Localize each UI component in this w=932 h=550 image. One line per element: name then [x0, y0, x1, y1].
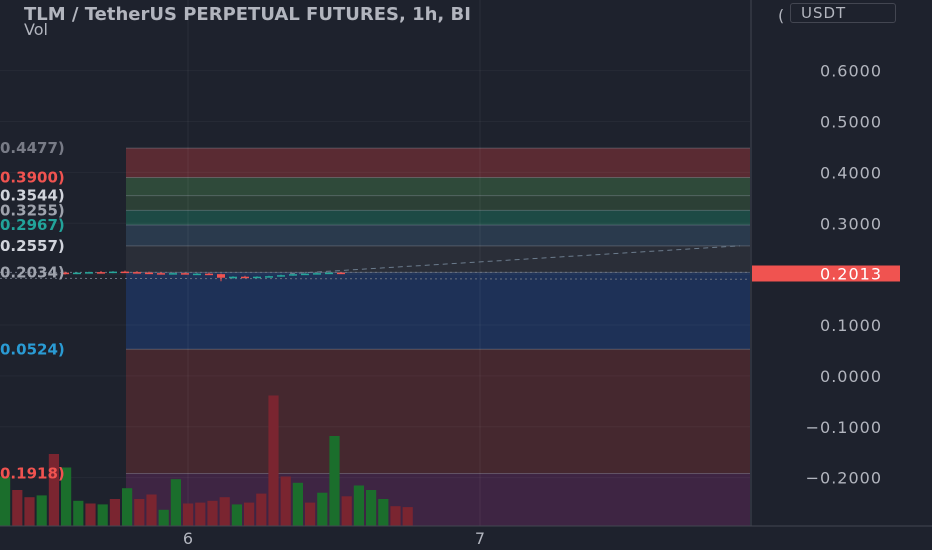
level-zone [126, 349, 750, 474]
level-label: 0.2034) [0, 263, 65, 281]
volume-bar[interactable] [122, 488, 133, 526]
price-tick-label: 0.5000 [820, 113, 882, 132]
volume-bar[interactable] [280, 476, 291, 527]
volume-bar[interactable] [195, 502, 206, 526]
price-tick-label: −0.2000 [806, 469, 882, 488]
candle-body[interactable] [169, 273, 177, 275]
candle-body[interactable] [109, 271, 117, 274]
candle-body[interactable] [337, 272, 345, 275]
volume-bar[interactable] [402, 507, 413, 526]
volume-bar[interactable] [158, 509, 169, 526]
volume-bar[interactable] [329, 436, 340, 526]
candle-body[interactable] [265, 276, 273, 278]
price-tick-label: 0.6000 [820, 62, 882, 81]
level-label: 0.4477) [0, 139, 65, 157]
candle-body[interactable] [289, 274, 297, 276]
price-tick-label: 0.0000 [820, 367, 882, 386]
level-label: 0.2557) [0, 237, 65, 255]
volume-bar[interactable] [97, 504, 108, 526]
candle-body[interactable] [193, 273, 201, 276]
level-zone [126, 245, 750, 273]
candle-body[interactable] [85, 272, 93, 274]
currency-button[interactable]: USDT [790, 3, 896, 23]
price-tick-label: 0.1000 [820, 316, 882, 335]
chart-area[interactable]: 0.4477) 0.3900) 0.3544) 0.3255) 0.2967) 0.255… [0, 0, 932, 550]
price-tick-label: 0.3000 [820, 214, 882, 233]
volume-bar[interactable] [207, 500, 218, 526]
level-label: 0.2967) [0, 216, 65, 234]
candle-body[interactable] [133, 272, 141, 274]
volume-bar[interactable] [292, 482, 303, 526]
level-label: 0.0524) [0, 340, 65, 358]
price-tick-label: 0.4000 [820, 163, 882, 182]
candle-body[interactable] [277, 275, 285, 277]
volume-bar[interactable] [183, 503, 194, 527]
volume-bar[interactable] [244, 502, 255, 526]
time-tick-label: 6 [183, 529, 193, 548]
volume-bar[interactable] [134, 499, 145, 526]
price-tick-label: −0.1000 [806, 418, 882, 437]
volume-bar[interactable] [12, 490, 23, 526]
candle-body[interactable] [181, 273, 189, 275]
volume-bar[interactable] [256, 493, 267, 526]
volume-bar[interactable] [305, 502, 316, 526]
candle-body[interactable] [73, 272, 81, 275]
candle-body[interactable] [217, 274, 225, 278]
candle-body[interactable] [145, 272, 153, 275]
candle-body[interactable] [325, 272, 333, 275]
volume-bar[interactable] [390, 506, 401, 526]
candle-body[interactable] [121, 271, 129, 274]
volume-bar[interactable] [146, 494, 157, 527]
volume-bar[interactable] [73, 500, 84, 526]
current-price-label: 0.2013 [820, 265, 882, 284]
volume-bar[interactable] [317, 492, 328, 526]
chart-title: TLM / TetherUS PERPETUAL FUTURES, 1h, BI [24, 4, 471, 25]
candle-body[interactable] [157, 273, 165, 275]
level-zone [126, 272, 750, 350]
volume-bar[interactable] [219, 497, 230, 526]
volume-bar[interactable] [366, 490, 377, 526]
volume-bar[interactable] [231, 504, 242, 526]
volume-bar[interactable] [109, 499, 120, 526]
volume-bar[interactable] [0, 476, 11, 527]
volume-bar[interactable] [24, 497, 35, 526]
volume-bar[interactable] [85, 503, 96, 527]
candle-body[interactable] [229, 276, 237, 279]
volume-bar[interactable] [268, 395, 279, 527]
volume-label: Vol [24, 20, 48, 39]
chart-canvas[interactable]: 0.4477)0.3900)0.3544)0.3255)0.2967)0.255… [0, 0, 932, 550]
level-label: 0.1918) [0, 464, 65, 482]
candle-body[interactable] [253, 276, 261, 279]
level-zone [126, 177, 750, 196]
level-zone [126, 224, 750, 246]
candle-body[interactable] [241, 276, 249, 279]
volume-bar[interactable] [378, 499, 389, 526]
volume-bar[interactable] [36, 495, 47, 526]
volume-bar[interactable] [353, 485, 364, 527]
volume-bar[interactable] [341, 496, 352, 526]
volume-bar[interactable] [170, 479, 181, 526]
candle-body[interactable] [313, 273, 321, 275]
time-tick-label: 7 [475, 529, 485, 548]
candle-body[interactable] [301, 273, 309, 276]
candle-body[interactable] [97, 272, 105, 274]
level-label: 0.3900) [0, 168, 65, 186]
level-zone [126, 195, 750, 211]
candle-body[interactable] [205, 273, 213, 276]
level-zone [126, 210, 750, 225]
clipped-indicator: ( [778, 6, 785, 25]
level-zone [126, 148, 750, 178]
